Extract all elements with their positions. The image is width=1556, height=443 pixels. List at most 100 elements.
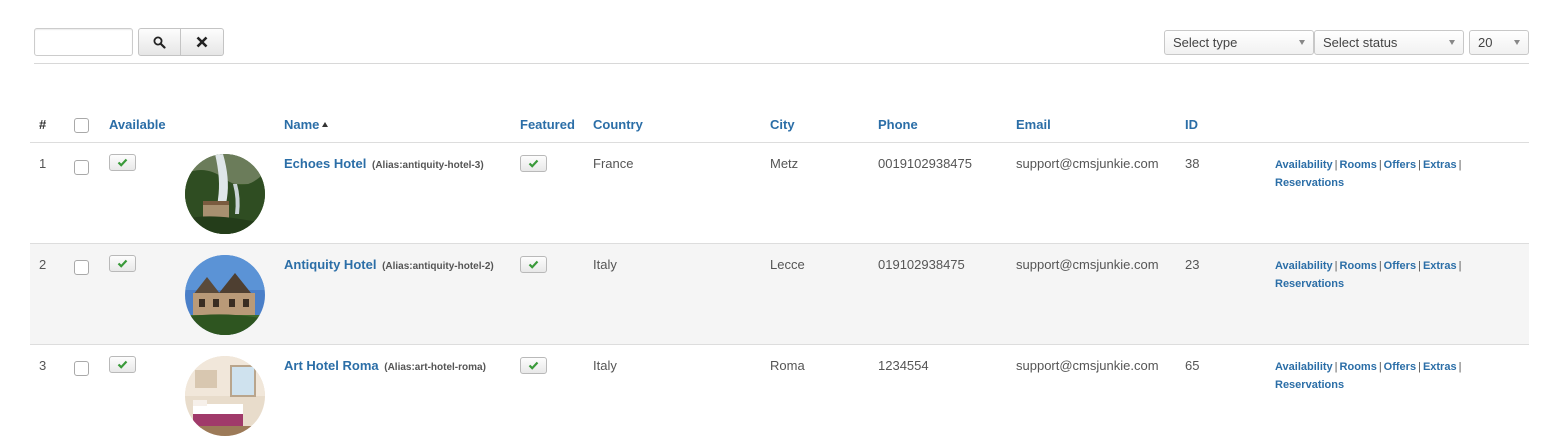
header-name[interactable]: Name (284, 117, 329, 132)
phone-cell: 1234554 (878, 358, 929, 373)
check-icon (528, 260, 539, 269)
row-checkbox[interactable] (74, 361, 89, 376)
extras-link[interactable]: Extras (1423, 159, 1457, 171)
id-cell: 65 (1185, 358, 1200, 373)
status-filter-value: Select status (1323, 35, 1398, 50)
toolbar-divider (34, 63, 1529, 64)
hotel-thumbnail[interactable] (185, 255, 265, 335)
hotel-thumbnail[interactable] (185, 356, 265, 436)
action-separator: | (1378, 260, 1382, 272)
table-row: 3 Art Hotel Roma (Alias:art-hotel-roma) (30, 345, 1529, 443)
id-cell: 23 (1185, 257, 1200, 272)
hotels-table: # Available Name Featured Country City P… (30, 107, 1529, 443)
header-city[interactable]: City (770, 117, 795, 132)
header-phone[interactable]: Phone (878, 117, 918, 132)
phone-cell: 019102938475 (878, 257, 965, 272)
row-actions: Availability | Rooms | Offers | Extras | Reserva… (1275, 358, 1495, 394)
hotel-name-cell: Echoes Hotel (Alias:antiquity-hotel-3) (284, 156, 484, 171)
offers-link[interactable]: Offers (1384, 361, 1416, 373)
status-filter-select[interactable]: Select status (1314, 30, 1464, 55)
country-cell: France (593, 156, 634, 171)
action-separator: | (1458, 260, 1462, 272)
featured-toggle[interactable] (520, 357, 547, 374)
city-cell: Metz (770, 156, 799, 171)
reservations-link[interactable]: Reservations (1275, 379, 1344, 391)
header-name-label: Name (284, 117, 320, 132)
extras-link[interactable]: Extras (1423, 361, 1457, 373)
action-separator: | (1334, 260, 1338, 272)
availability-link[interactable]: Availability (1275, 361, 1333, 373)
row-actions: Availability | Rooms | Offers | Extras | Reserva… (1275, 257, 1495, 293)
close-icon (196, 36, 208, 48)
table-row: 1 Echoes Hotel (Alias:antiquity-hotel-3) (30, 143, 1529, 244)
chevron-down-icon (1449, 40, 1455, 45)
offers-link[interactable]: Offers (1384, 159, 1416, 171)
action-separator: | (1334, 159, 1338, 171)
availability-link[interactable]: Availability (1275, 260, 1333, 272)
type-filter-value: Select type (1173, 35, 1238, 50)
header-id[interactable]: ID (1185, 117, 1198, 132)
email-cell: support@cmsjunkie.com (1016, 257, 1159, 272)
rooms-link[interactable]: Rooms (1340, 159, 1377, 171)
hotel-name-cell: Antiquity Hotel (Alias:antiquity-hotel-2… (284, 257, 494, 272)
offers-link[interactable]: Offers (1384, 260, 1416, 272)
row-actions: Availability | Rooms | Offers | Extras | Reserva… (1275, 156, 1495, 192)
availability-link[interactable]: Availability (1275, 159, 1333, 171)
available-toggle[interactable] (109, 255, 136, 272)
header-email[interactable]: Email (1016, 117, 1051, 132)
chevron-down-icon (1299, 40, 1305, 45)
action-separator: | (1458, 361, 1462, 373)
search-button[interactable] (138, 28, 181, 56)
hotel-alias: (Alias:antiquity-hotel-3) (371, 160, 484, 171)
rooms-link[interactable]: Rooms (1340, 361, 1377, 373)
hotel-alias: (Alias:antiquity-hotel-2) (382, 261, 494, 272)
chevron-down-icon (1514, 40, 1520, 45)
action-separator: | (1418, 260, 1421, 272)
city-cell: Lecce (770, 257, 805, 272)
row-checkbox[interactable] (74, 260, 89, 275)
hotel-name-link[interactable]: Art Hotel Roma (284, 358, 379, 373)
check-icon (117, 259, 128, 268)
filter-toolbar: Select type Select status 20 (34, 28, 1529, 56)
header-num: # (39, 117, 47, 132)
row-number: 3 (39, 358, 47, 373)
action-separator: | (1334, 361, 1338, 373)
country-cell: Italy (593, 257, 617, 272)
header-available[interactable]: Available (109, 117, 166, 132)
reservations-link[interactable]: Reservations (1275, 278, 1344, 290)
table-header: # Available Name Featured Country City P… (30, 107, 1529, 143)
phone-cell: 0019102938475 (878, 156, 972, 171)
available-toggle[interactable] (109, 154, 136, 171)
featured-toggle[interactable] (520, 155, 547, 172)
email-cell: support@cmsjunkie.com (1016, 156, 1159, 171)
table-row: 2 Antiquity Hotel (Alias:antiquity-hotel… (30, 244, 1529, 345)
type-filter-select[interactable]: Select type (1164, 30, 1314, 55)
reservations-link[interactable]: Reservations (1275, 177, 1344, 189)
clear-button[interactable] (181, 28, 224, 56)
extras-link[interactable]: Extras (1423, 260, 1457, 272)
hotel-name-link[interactable]: Echoes Hotel (284, 156, 366, 171)
action-separator: | (1378, 159, 1382, 171)
city-cell: Roma (770, 358, 805, 373)
rooms-link[interactable]: Rooms (1340, 260, 1377, 272)
action-separator: | (1378, 361, 1382, 373)
check-icon (528, 361, 539, 370)
list-limit-select[interactable]: 20 (1469, 30, 1529, 55)
country-cell: Italy (593, 358, 617, 373)
hotel-alias: (Alias:art-hotel-roma) (384, 362, 486, 373)
featured-toggle[interactable] (520, 256, 547, 273)
row-checkbox[interactable] (74, 160, 89, 175)
hotel-thumbnail[interactable] (185, 154, 265, 234)
hotel-name-link[interactable]: Antiquity Hotel (284, 257, 376, 272)
available-toggle[interactable] (109, 356, 136, 373)
search-input[interactable] (34, 28, 133, 56)
row-number: 2 (39, 257, 47, 272)
header-country[interactable]: Country (593, 117, 643, 132)
email-cell: support@cmsjunkie.com (1016, 358, 1159, 373)
list-limit-value: 20 (1478, 35, 1493, 50)
action-separator: | (1418, 361, 1421, 373)
select-all-checkbox[interactable] (74, 118, 89, 133)
check-icon (117, 360, 128, 369)
header-featured[interactable]: Featured (520, 117, 575, 132)
search-button-group (138, 28, 224, 56)
